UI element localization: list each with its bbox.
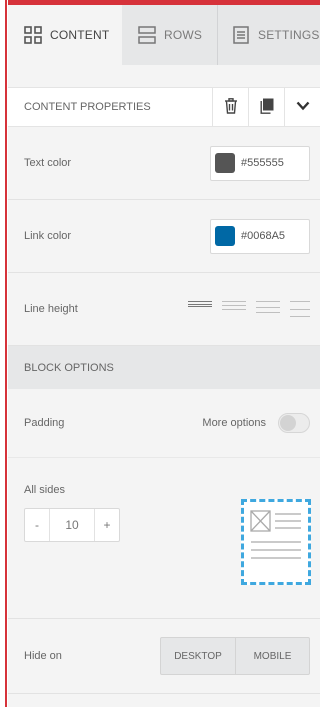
link-color-field[interactable]: #0068A5 (210, 218, 310, 254)
content-properties-header: CONTENT PROPERTIES (8, 87, 320, 127)
line-height-option-normal[interactable] (222, 301, 246, 310)
tab-rows-label: ROWS (164, 28, 203, 42)
content-properties-title: CONTENT PROPERTIES (24, 101, 151, 113)
line-height-option-tight[interactable] (188, 301, 212, 307)
tab-bar: CONTENT ROWS SETTINGS (8, 5, 320, 65)
hide-on-label: Hide on (24, 650, 62, 662)
padding-row: Padding More options (8, 389, 320, 457)
all-sides-section: All sides - 10 + (8, 457, 320, 619)
link-color-swatch[interactable] (215, 226, 235, 246)
chevron-down-icon (296, 101, 310, 114)
window-left-border (0, 0, 8, 707)
all-sides-label: All sides (24, 484, 65, 496)
rows-icon (138, 26, 156, 44)
text-color-row: Text color #555555 (8, 127, 320, 200)
text-color-value: #555555 (241, 157, 284, 169)
padding-preview (241, 499, 311, 585)
collapse-button[interactable] (284, 87, 320, 127)
link-color-row: Link color #0068A5 (8, 200, 320, 273)
tab-settings[interactable]: SETTINGS (218, 5, 320, 65)
delete-button[interactable] (212, 87, 248, 127)
line-height-option-relaxed[interactable] (256, 301, 280, 313)
padding-stepper: - 10 + (24, 508, 120, 542)
padding-label: Padding (24, 417, 65, 429)
line-height-label: Line height (24, 303, 78, 315)
trash-icon (224, 97, 238, 117)
properties-panel: CONTENT ROWS SETTINGS CONTENT PROPERTIES (8, 5, 320, 707)
tab-rows[interactable]: ROWS (122, 5, 218, 65)
link-color-value: #0068A5 (241, 230, 286, 242)
copy-icon (260, 98, 274, 117)
hide-on-mobile-button[interactable]: MOBILE (236, 638, 309, 674)
hide-on-row: Hide on DESKTOP MOBILE (8, 619, 320, 694)
grid-icon (24, 26, 42, 44)
settings-doc-icon (232, 26, 250, 44)
link-color-label: Link color (24, 230, 72, 242)
more-options-label: More options (202, 417, 266, 429)
toggle-knob (280, 415, 296, 431)
duplicate-button[interactable] (248, 87, 284, 127)
padding-value[interactable]: 10 (49, 509, 95, 541)
tab-settings-label: SETTINGS (258, 28, 320, 42)
tab-content[interactable]: CONTENT (8, 5, 122, 65)
line-height-row: Line height (8, 273, 320, 346)
hide-on-desktop-button[interactable]: DESKTOP (161, 638, 236, 674)
line-height-options (188, 301, 310, 317)
block-options-header: BLOCK OPTIONS (8, 346, 320, 389)
hide-on-toggle-group: DESKTOP MOBILE (160, 637, 310, 675)
text-color-label: Text color (24, 157, 72, 169)
tab-content-label: CONTENT (50, 28, 110, 42)
block-options-title: BLOCK OPTIONS (24, 361, 114, 374)
text-color-swatch[interactable] (215, 153, 235, 173)
increment-button[interactable]: + (95, 509, 119, 541)
line-height-option-loose[interactable] (290, 301, 310, 317)
text-color-field[interactable]: #555555 (210, 145, 310, 181)
block-layout-icon (250, 510, 301, 559)
decrement-button[interactable]: - (25, 509, 49, 541)
more-options-toggle[interactable] (278, 413, 310, 433)
